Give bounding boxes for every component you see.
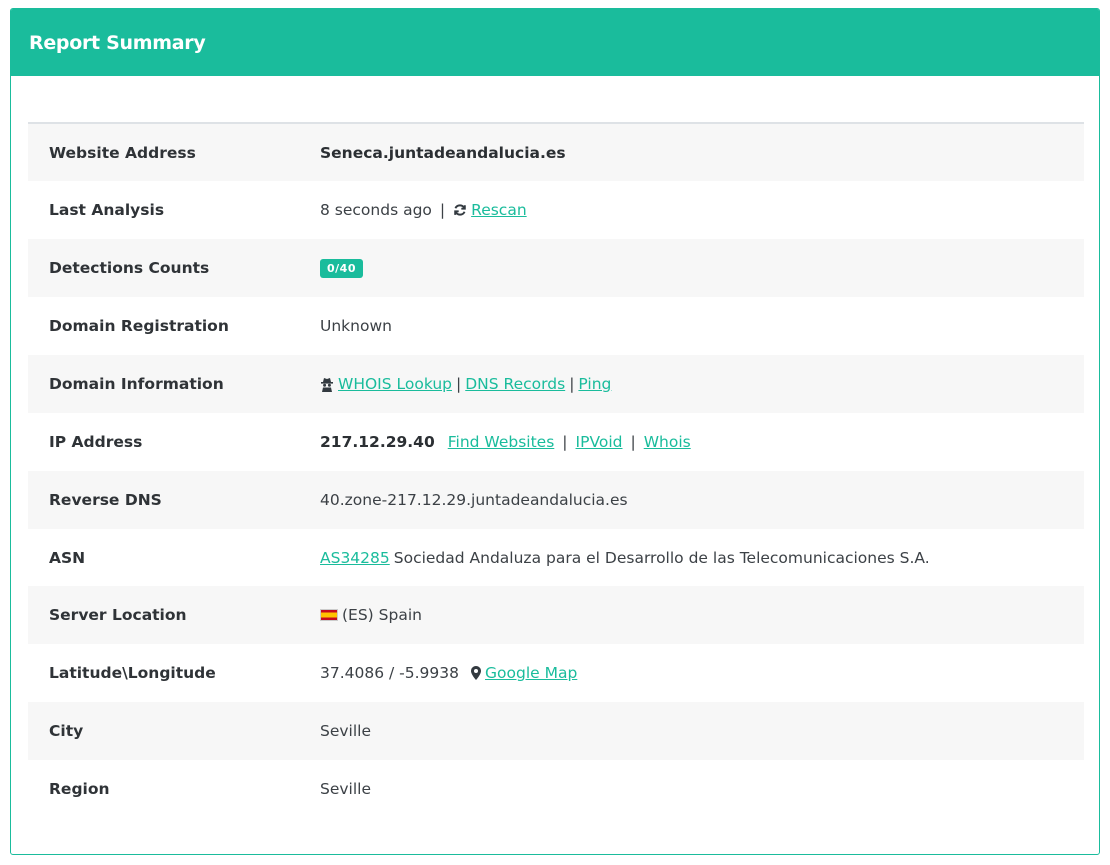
row-value: AS34285 Sociedad Andaluza para el Desarr… — [320, 549, 1084, 567]
row-label: Latitude\Longitude — [49, 664, 216, 682]
table-row-city: City Seville — [28, 702, 1084, 760]
row-value: Seville — [320, 722, 1084, 740]
row-label: Detections Counts — [49, 259, 210, 277]
refresh-icon — [453, 203, 467, 217]
row-label: City — [49, 722, 84, 740]
website-address-value: Seneca.juntadeandalucia.es — [320, 143, 566, 162]
panel-title: Report Summary — [29, 31, 206, 54]
asn-link[interactable]: AS34285 — [320, 549, 390, 567]
separator: | — [456, 375, 462, 393]
row-label: ASN — [49, 548, 86, 567]
report-table: Website Address Seneca.juntadeandalucia.… — [28, 122, 1084, 818]
row-label: Last Analysis — [49, 201, 165, 219]
region-value: Seville — [320, 780, 372, 798]
row-label: Reverse DNS — [49, 491, 162, 509]
google-map-link[interactable]: Google Map — [485, 664, 577, 682]
row-value: 37.4086 / -5.9938 Google Map — [320, 664, 1084, 682]
table-row-domain-registration: Domain Registration Unknown — [28, 297, 1084, 355]
row-value: 0/40 — [320, 258, 1084, 278]
table-row-website-address: Website Address Seneca.juntadeandalucia.… — [28, 124, 1084, 181]
table-row-ip-address: IP Address 217.12.29.40 Find Websites | … — [28, 413, 1084, 471]
map-marker-icon — [471, 666, 482, 680]
row-value: WHOIS Lookup | DNS Records | Ping — [320, 375, 1084, 393]
whois-link[interactable]: Whois — [644, 433, 691, 451]
separator: | — [630, 433, 636, 451]
table-row-asn: ASN AS34285 Sociedad Andaluza para el De… — [28, 529, 1084, 586]
rescan-link[interactable]: Rescan — [471, 201, 527, 219]
row-label: Domain Information — [49, 375, 224, 393]
lat-long-value: 37.4086 / -5.9938 — [320, 664, 460, 682]
row-label: Website Address — [49, 143, 196, 162]
table-row-lat-long: Latitude\Longitude 37.4086 / -5.9938 Goo… — [28, 644, 1084, 702]
row-value: 40.zone-217.12.29.juntadeandalucia.es — [320, 491, 1084, 509]
city-value: Seville — [320, 722, 372, 740]
reverse-dns-value: 40.zone-217.12.29.juntadeandalucia.es — [320, 491, 628, 509]
spy-icon — [320, 377, 334, 392]
row-value: (ES) Spain — [320, 606, 1084, 624]
spain-flag-icon — [320, 609, 338, 621]
row-label: Domain Registration — [49, 317, 229, 335]
dns-records-link[interactable]: DNS Records — [465, 375, 565, 393]
ipvoid-link[interactable]: IPVoid — [576, 433, 623, 451]
row-value: Seville — [320, 780, 1084, 798]
detections-badge: 0/40 — [320, 258, 363, 278]
row-value: Seneca.juntadeandalucia.es — [320, 144, 1084, 162]
row-label: Region — [49, 780, 110, 798]
row-value: Unknown — [320, 317, 1084, 335]
table-row-last-analysis: Last Analysis 8 seconds ago | Rescan — [28, 181, 1084, 239]
whois-lookup-link[interactable]: WHOIS Lookup — [338, 375, 452, 393]
ping-link[interactable]: Ping — [578, 375, 611, 393]
separator: | — [562, 433, 568, 451]
find-websites-link[interactable]: Find Websites — [448, 433, 555, 451]
separator: | — [569, 375, 575, 393]
row-value: 8 seconds ago | Rescan — [320, 201, 1084, 219]
asn-org-value: Sociedad Andaluza para el Desarrollo de … — [393, 548, 930, 567]
panel-header: Report Summary — [11, 9, 1099, 76]
row-label: IP Address — [49, 433, 143, 451]
server-location-value: (ES) Spain — [342, 606, 422, 624]
row-label: Server Location — [49, 606, 187, 624]
table-row-region: Region Seville — [28, 760, 1084, 818]
table-row-domain-information: Domain Information WHOIS Lookup | DNS Re… — [28, 355, 1084, 413]
table-row-reverse-dns: Reverse DNS 40.zone-217.12.29.juntadeand… — [28, 471, 1084, 529]
row-value: 217.12.29.40 Find Websites | IPVoid | Wh… — [320, 433, 1084, 451]
ip-address-value: 217.12.29.40 — [320, 433, 435, 451]
domain-registration-value: Unknown — [320, 317, 392, 335]
table-row-detections-counts: Detections Counts 0/40 — [28, 239, 1084, 297]
report-summary-panel: Report Summary Website Address Seneca.ju… — [10, 8, 1100, 855]
separator: | — [439, 201, 446, 219]
table-row-server-location: Server Location (ES) Spain — [28, 586, 1084, 644]
last-analysis-value: 8 seconds ago — [320, 201, 432, 219]
